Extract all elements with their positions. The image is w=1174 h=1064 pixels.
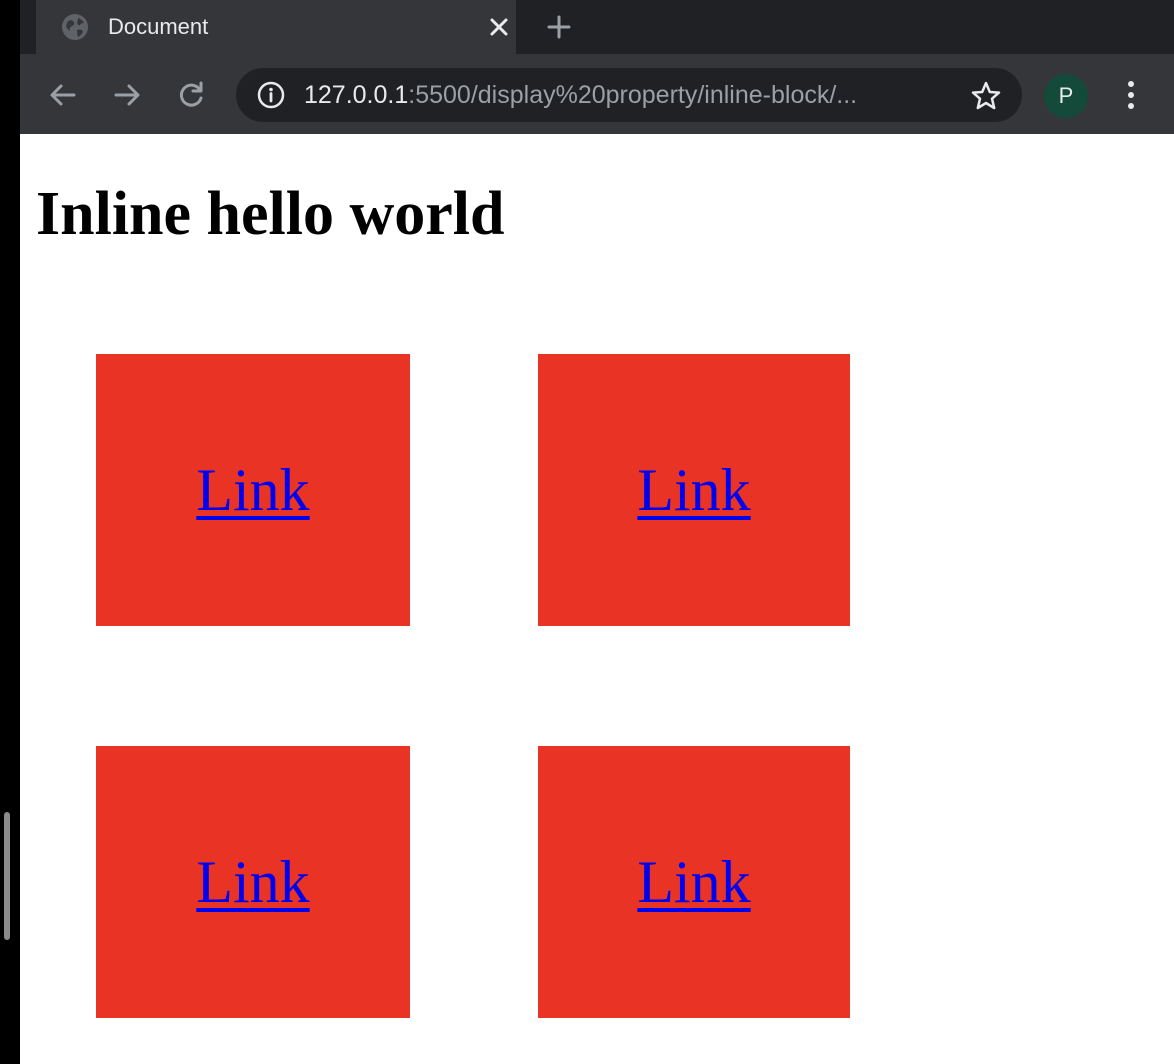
arrow-right-icon[interactable]	[110, 78, 144, 112]
box-link[interactable]: Link	[196, 852, 309, 912]
box-link[interactable]: Link	[196, 460, 309, 520]
link-box: Link	[538, 354, 850, 626]
star-icon[interactable]	[970, 80, 1002, 112]
address-bar[interactable]: 127.0.0.1:5500/display%20property/inline…	[236, 68, 1022, 122]
tab-title: Document	[108, 14, 209, 39]
box-link[interactable]: Link	[637, 852, 750, 912]
reload-icon[interactable]	[174, 78, 208, 112]
browser-toolbar: 127.0.0.1:5500/display%20property/inline…	[20, 54, 1174, 134]
link-box: Link	[538, 746, 850, 1018]
tab-strip: Document	[20, 0, 1174, 54]
close-icon[interactable]	[484, 12, 514, 42]
info-icon[interactable]	[256, 80, 286, 110]
browser-window: Document 127.0.0.1:5500/display%20proper…	[20, 0, 1174, 1064]
left-edge-rail	[0, 0, 20, 1064]
plus-icon[interactable]	[544, 12, 574, 42]
url-host: 127.0.0.1	[304, 81, 409, 109]
link-box: Link	[96, 354, 410, 626]
arrow-left-icon[interactable]	[46, 78, 80, 112]
page-content: Inline hello world Link Link Link Link	[20, 134, 1174, 1064]
globe-icon	[62, 14, 88, 40]
page-title: Inline hello world	[36, 180, 505, 248]
scrollbar-thumb[interactable]	[4, 812, 10, 940]
link-box: Link	[96, 746, 410, 1018]
tab-document[interactable]: Document	[36, 0, 516, 54]
url-text[interactable]: 127.0.0.1:5500/display%20property/inline…	[304, 78, 857, 112]
url-path: :5500/display%20property/inline-block/..…	[408, 81, 858, 109]
box-link[interactable]: Link	[637, 460, 750, 520]
kebab-menu-icon[interactable]	[1114, 78, 1148, 112]
avatar[interactable]: P	[1044, 74, 1088, 118]
